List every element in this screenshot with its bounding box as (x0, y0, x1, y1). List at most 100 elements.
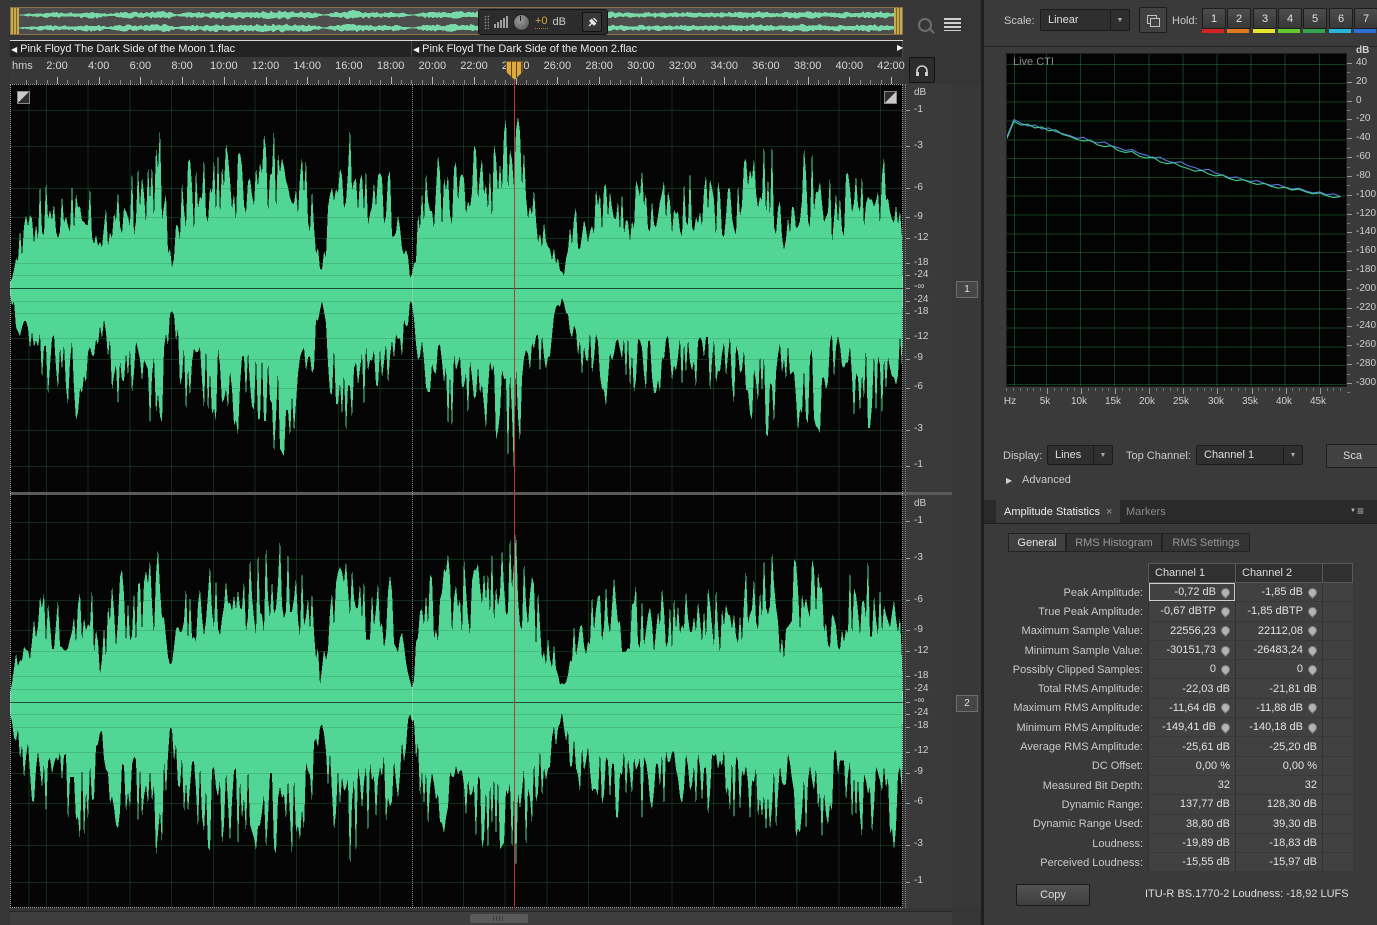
hold-button-5[interactable]: 5 (1303, 8, 1327, 29)
location-pin-icon[interactable] (1306, 702, 1319, 715)
advanced-expander-icon[interactable]: ▶ (1006, 476, 1012, 485)
location-pin-icon[interactable] (1306, 721, 1319, 734)
location-pin-icon[interactable] (1219, 605, 1232, 618)
subtab-rms-settings[interactable]: RMS Settings (1162, 533, 1250, 552)
stat-value-cell[interactable]: 0,00 % (1235, 757, 1322, 776)
stat-value-cell[interactable]: -21,81 dB (1235, 679, 1322, 698)
stats-column-header[interactable]: Channel 2 (1235, 563, 1322, 583)
tab-markers[interactable]: Markers (1116, 500, 1176, 523)
location-pin-icon[interactable] (1306, 605, 1319, 618)
overview-left-handle[interactable] (11, 8, 19, 34)
advanced-label[interactable]: Advanced (1022, 474, 1071, 486)
horizontal-scrollbar[interactable] (10, 911, 952, 925)
stat-value-cell[interactable]: -15,55 dB (1148, 853, 1235, 872)
location-pin-icon[interactable] (1219, 586, 1232, 599)
scan-button[interactable]: Sca (1326, 444, 1377, 468)
stat-value-cell[interactable]: 0 (1148, 660, 1235, 679)
location-pin-icon[interactable] (1219, 644, 1232, 657)
copy-button[interactable]: Copy (1016, 884, 1090, 906)
stat-value-cell[interactable]: 22556,23 (1148, 622, 1235, 641)
top-channel-dropdown[interactable]: Channel 1 ▼ (1196, 445, 1303, 465)
db-gridline (10, 301, 903, 302)
hud-grip-icon[interactable] (484, 15, 489, 29)
channel-2-button[interactable]: 2 (956, 695, 978, 712)
subtab-rms-histogram[interactable]: RMS Histogram (1066, 533, 1162, 552)
stat-value-cell[interactable]: -140,18 dB (1235, 718, 1322, 737)
stat-value-cell[interactable]: -19,89 dB (1148, 834, 1235, 853)
location-pin-icon[interactable] (1219, 663, 1232, 676)
monitor-button[interactable] (909, 57, 935, 83)
clip-label-2[interactable]: ◀ Pink Floyd The Dark Side of the Moon 2… (412, 41, 903, 57)
timeline-ruler[interactable]: hms 2:004:006:008:0010:0012:0014:0016:00… (10, 57, 903, 84)
stat-value-cell[interactable]: -11,88 dB (1235, 699, 1322, 718)
db-ruler-label: -6 (914, 594, 923, 605)
stat-value-cell[interactable]: -25,20 dB (1235, 737, 1322, 756)
location-pin-icon[interactable] (1219, 624, 1232, 637)
waveform-channel-2[interactable] (10, 495, 903, 908)
selection-handle-topleft[interactable] (17, 91, 30, 104)
channel-divider[interactable] (10, 492, 981, 495)
stat-value-cell[interactable]: 0,00 % (1148, 757, 1235, 776)
stats-column-header[interactable]: Channel 1 (1148, 563, 1235, 583)
gain-value[interactable]: +0 (535, 15, 548, 29)
clip-label-1[interactable]: ◀ Pink Floyd The Dark Side of the Moon 1… (10, 41, 412, 57)
selection-handle-topright[interactable] (884, 91, 897, 104)
gain-knob[interactable] (513, 14, 530, 31)
stat-value-cell[interactable]: -25,61 dB (1148, 737, 1235, 756)
location-pin-icon[interactable] (1306, 624, 1319, 637)
location-pin-icon[interactable] (1219, 702, 1232, 715)
location-pin-icon[interactable] (1306, 663, 1319, 676)
stat-value-cell[interactable]: 22112,08 (1235, 622, 1322, 641)
stat-value-cell[interactable]: 38,80 dB (1148, 815, 1235, 834)
channel-1-button[interactable]: 1 (956, 281, 978, 298)
stat-value-cell[interactable]: -26483,24 (1235, 641, 1322, 660)
stat-value-cell[interactable]: -149,41 dB (1148, 718, 1235, 737)
stat-value-cell[interactable]: -18,83 dB (1235, 834, 1322, 853)
hold-button-6[interactable]: 6 (1329, 8, 1353, 29)
stat-value-cell[interactable]: 32 (1148, 776, 1235, 795)
stat-value-cell[interactable]: 39,30 dB (1235, 815, 1322, 834)
stat-value-cell[interactable]: -0,72 dB (1148, 583, 1235, 602)
scale-dropdown[interactable]: Linear ▼ (1040, 9, 1130, 31)
db-ruler-tick (906, 275, 910, 276)
y-tick (1347, 176, 1352, 177)
display-dropdown[interactable]: Lines ▼ (1047, 445, 1113, 465)
scrollbar-thumb[interactable] (470, 914, 528, 923)
hold-button-3[interactable]: 3 (1253, 8, 1277, 29)
db-ruler-label: -6 (914, 381, 923, 392)
location-pin-icon[interactable] (1306, 586, 1319, 599)
zoom-tool-icon[interactable] (918, 18, 932, 32)
menu-list-icon[interactable] (944, 18, 961, 31)
stat-value-cell[interactable]: -1,85 dB (1235, 583, 1322, 602)
frequency-analysis-plot[interactable] (1006, 53, 1347, 387)
hold-button-2[interactable]: 2 (1227, 8, 1251, 29)
db-ruler-label: -12 (914, 645, 928, 656)
panel-menu-button[interactable]: ▼ ≡ (1350, 504, 1364, 518)
hold-button-1[interactable]: 1 (1202, 8, 1226, 29)
stat-value-cell[interactable]: -11,64 dB (1148, 699, 1235, 718)
stat-value-cell[interactable]: -22,03 dB (1148, 679, 1235, 698)
stat-value-cell[interactable]: 128,30 dB (1235, 795, 1322, 814)
overview-right-handle[interactable] (894, 8, 902, 34)
tab-amplitude-statistics[interactable]: Amplitude Statistics × (996, 500, 1120, 523)
waveform-editor: +0 dB ◀ Pink Floyd The Dark Side of the … (0, 0, 984, 925)
stat-value-cell[interactable]: -15,97 dB (1235, 853, 1322, 872)
hold-button-4[interactable]: 4 (1278, 8, 1302, 29)
close-icon[interactable]: × (1106, 506, 1112, 518)
db-ruler-label: dB (914, 498, 926, 509)
hud-pin-button[interactable] (582, 12, 602, 32)
stat-value-cell[interactable]: 137,77 dB (1148, 795, 1235, 814)
stat-value-cell[interactable]: -0,67 dBTP (1148, 602, 1235, 621)
subtab-general[interactable]: General (1008, 533, 1066, 552)
overview-scrollbar[interactable] (10, 7, 903, 35)
stat-value-cell[interactable]: 32 (1235, 776, 1322, 795)
hold-button-7[interactable]: 7 (1354, 8, 1377, 29)
clip-overflow-icon[interactable]: ▶ (897, 43, 903, 52)
copy-graph-button[interactable] (1139, 7, 1167, 33)
location-pin-icon[interactable] (1306, 644, 1319, 657)
waveform-channel-1[interactable] (10, 84, 903, 492)
stat-value-cell[interactable]: 0 (1235, 660, 1322, 679)
location-pin-icon[interactable] (1219, 721, 1232, 734)
stat-value-cell[interactable]: -30151,73 (1148, 641, 1235, 660)
stat-value-cell[interactable]: -1,85 dBTP (1235, 602, 1322, 621)
